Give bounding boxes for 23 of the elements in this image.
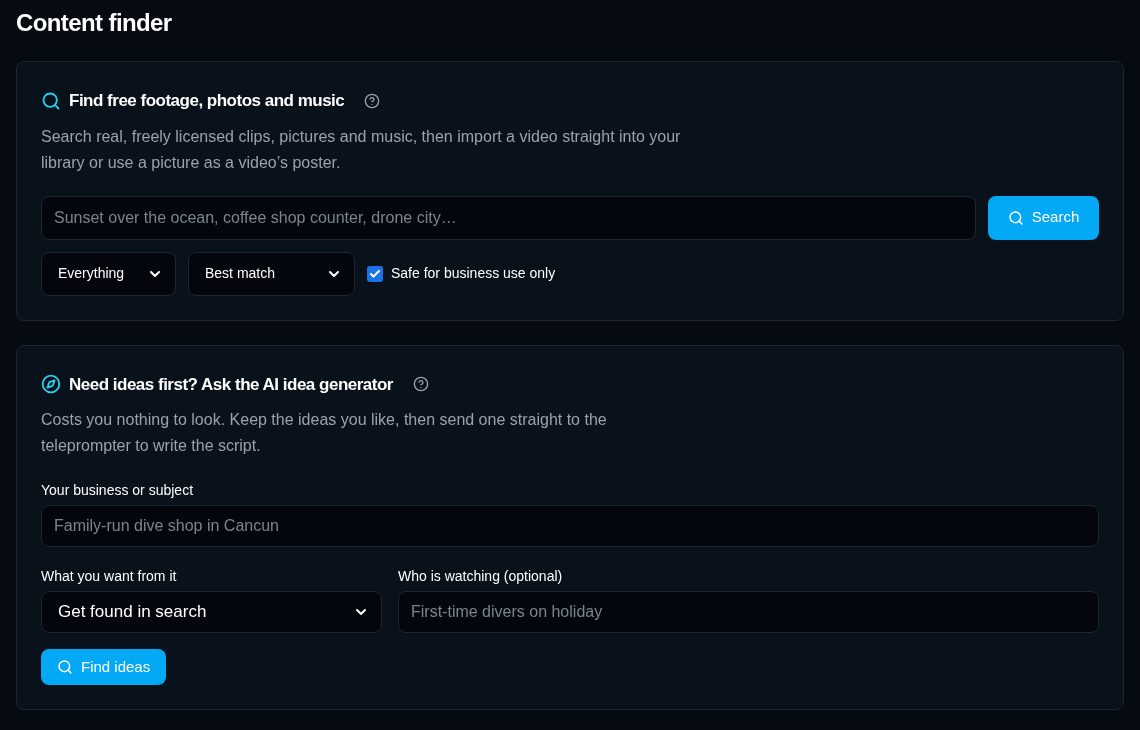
dropdown[interactable]: Get found in search <box>41 591 382 633</box>
field-label: What you want from it <box>41 567 177 585</box>
search-icon <box>1007 209 1024 226</box>
page-title: Content finder <box>16 8 172 38</box>
field-label: Who is watching (optional) <box>398 567 563 585</box>
dropdown[interactable]: Everything <box>41 251 176 296</box>
panel-description: Search real, freely licensed clips, pictures and music, then import a video straight into your library or use a picture as a video’s poster. <box>41 126 682 173</box>
dropdown[interactable]: Best match <box>188 251 355 296</box>
search-field[interactable]: Sunset over the ocean, coffee shop counter, drone city… <box>41 195 976 240</box>
field-label: Your business or subject <box>41 481 194 499</box>
input-field[interactable]: First-time divers on holiday <box>398 591 1099 633</box>
help-icon[interactable] <box>364 92 381 109</box>
checkbox[interactable] <box>367 265 383 282</box>
compass-icon <box>41 374 61 395</box>
checkbox-label[interactable]: Safe for business use only <box>391 263 556 284</box>
panel-heading: Need ideas first? Ask the AI idea generator <box>69 373 393 396</box>
panel-heading: Find free footage, photos and music <box>69 90 345 112</box>
search-icon <box>57 659 73 675</box>
checkmark-icon <box>369 267 381 280</box>
help-icon[interactable] <box>412 376 429 393</box>
input-field[interactable]: Family-run dive shop in Cancun <box>41 505 1099 547</box>
panel-description: Costs you nothing to look. Keep the ideas you like, then send one straight to the teleprompter to write the script. <box>41 410 608 456</box>
search-icon <box>41 90 61 111</box>
